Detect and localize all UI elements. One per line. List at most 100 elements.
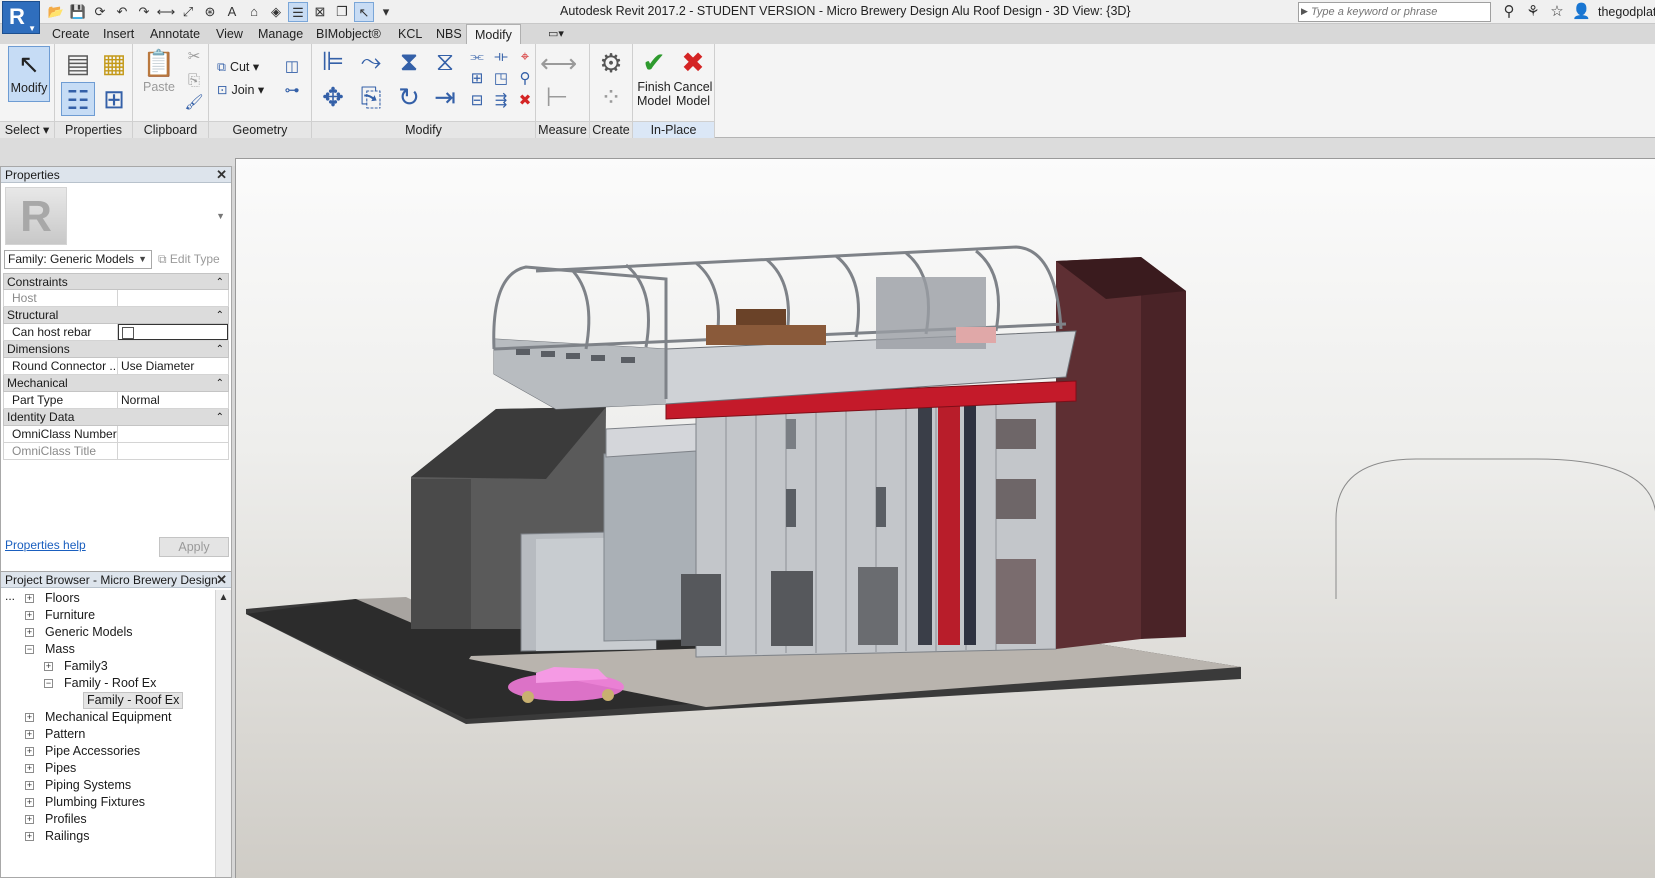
collapse-chevron-icon[interactable]: ⌃ (216, 307, 224, 324)
tree-item[interactable]: + Furniture (1, 607, 215, 624)
customize-qat-icon[interactable]: ▾ (376, 2, 396, 22)
rotate-icon[interactable]: ↻ (392, 80, 426, 114)
tree-item[interactable]: + Railings (1, 828, 215, 845)
align-icon[interactable]: ⊫ (316, 44, 350, 78)
tab-bimobject[interactable]: BIMobject® (308, 24, 389, 44)
dimension-icon[interactable]: ⤢ (178, 2, 198, 22)
panel-label-select[interactable]: Select ▾ (0, 121, 54, 138)
paste-button[interactable]: 📋 Paste (139, 46, 179, 94)
thin-lines-icon[interactable]: ☰ (288, 2, 308, 22)
tab-modify[interactable]: Modify (466, 24, 521, 44)
sync-icon[interactable]: ⟳ (90, 2, 110, 22)
modify-button[interactable]: ↖ Modify (8, 46, 50, 102)
expand-icon[interactable]: + (25, 628, 34, 637)
create-group-icon[interactable]: ⁘ (594, 80, 628, 114)
collapse-icon[interactable]: − (25, 645, 34, 654)
apply-button[interactable]: Apply (159, 537, 229, 557)
expand-icon[interactable]: + (25, 798, 34, 807)
pin-icon[interactable]: ⚲ (514, 68, 536, 90)
tab-create[interactable]: Create (44, 24, 98, 44)
tree-item[interactable]: + Family3 (1, 658, 215, 675)
collapse-chevron-icon[interactable]: ⌃ (216, 409, 224, 426)
tree-item[interactable]: + Pipe Accessories (1, 743, 215, 760)
tree-item[interactable]: Family - Roof Ex (1, 692, 215, 709)
search-input[interactable] (1299, 3, 1490, 21)
default-3d-view-icon[interactable]: ⌂ (244, 2, 264, 22)
type-selector-dropdown-icon[interactable]: ▼ (216, 211, 225, 221)
select-cursor-icon[interactable]: ↖ (354, 2, 374, 22)
finish-model-button[interactable]: ✔ Finish Model (635, 46, 673, 108)
property-category[interactable]: Dimensions ⌃ (3, 341, 229, 358)
username[interactable]: thegodplato (1598, 5, 1655, 19)
scale-icon[interactable]: ◳ (490, 68, 512, 90)
cut-geometry-button[interactable]: ⧉ Cut ▾ (217, 58, 259, 76)
redo-icon[interactable]: ↷ (134, 2, 154, 22)
expand-icon[interactable]: + (25, 611, 34, 620)
browser-scrollbar[interactable]: ▲ (215, 590, 231, 877)
subscription-icon[interactable]: ⚘ (1524, 2, 1542, 22)
binoculars-icon[interactable]: ⚲ (1500, 2, 1518, 22)
wall-joins-icon[interactable]: ◫ (281, 56, 303, 78)
tree-item[interactable]: + Plumbing Fixtures (1, 794, 215, 811)
array-icon[interactable]: ⊞ (466, 68, 488, 90)
expand-icon[interactable]: + (25, 747, 34, 756)
tree-item[interactable]: − Mass (1, 641, 215, 658)
trim-extend-icon[interactable]: ⇥ (428, 80, 462, 114)
section-icon[interactable]: ◈ (266, 2, 286, 22)
cancel-model-button[interactable]: ✖ Cancel Model (673, 46, 713, 108)
close-icon[interactable]: ✕ (216, 167, 227, 183)
tree-item[interactable]: + Generic Models (1, 624, 215, 641)
expand-icon[interactable]: + (25, 713, 34, 722)
favorites-star-icon[interactable]: ☆ (1548, 2, 1566, 22)
properties-help-link[interactable]: Properties help (5, 538, 86, 552)
close-icon[interactable]: ✕ (216, 572, 227, 588)
undo-icon[interactable]: ↶ (112, 2, 132, 22)
expand-icon[interactable]: + (25, 815, 34, 824)
tab-annotate[interactable]: Annotate (142, 24, 208, 44)
offset-icon[interactable]: ⤳ (354, 44, 388, 78)
building-model[interactable] (236, 159, 1655, 878)
collapse-icon[interactable]: − (44, 679, 53, 688)
expand-search-icon[interactable]: ▶ (1301, 6, 1308, 17)
measure-icon[interactable]: ⟷ (156, 2, 176, 22)
split-face-icon[interactable]: ⊶ (281, 80, 303, 102)
collapse-chevron-icon[interactable]: ⌃ (216, 274, 224, 291)
match-properties-icon[interactable]: 🖌 (183, 92, 205, 114)
scroll-up-icon[interactable]: ▲ (216, 590, 231, 606)
trim-multiple-icon[interactable]: ⊟ (466, 90, 488, 112)
property-category[interactable]: Mechanical ⌃ (3, 375, 229, 392)
mirror-axis-icon[interactable]: ⧗ (392, 44, 426, 78)
aligned-dimension-icon[interactable]: ⊢ (540, 80, 574, 114)
split-gap-icon[interactable]: ⟛ (490, 46, 512, 68)
ribbon-display-options-icon[interactable]: ▭▾ (540, 24, 572, 44)
cut-icon[interactable]: ✂ (183, 46, 205, 68)
copy-element-icon[interactable]: ⎘ (354, 80, 388, 114)
tag-icon[interactable]: ⊛ (200, 2, 220, 22)
split-element-icon[interactable]: ⫘ (466, 46, 488, 68)
expand-icon[interactable]: + (25, 764, 34, 773)
expand-icon[interactable]: + (44, 662, 53, 671)
tab-kcl[interactable]: KCL (390, 24, 430, 44)
copy-icon[interactable]: ⎘ (183, 70, 205, 92)
close-hidden-windows-icon[interactable]: ⊠ (310, 2, 330, 22)
move-icon[interactable]: ✥ (316, 80, 350, 114)
open-icon[interactable]: 📂 (46, 2, 66, 22)
family-selector[interactable]: Family: Generic Models ▼ (4, 250, 152, 269)
3d-viewport[interactable] (235, 158, 1655, 878)
checkbox[interactable] (122, 326, 134, 339)
text-icon[interactable]: A (222, 2, 242, 22)
property-category[interactable]: Constraints ⌃ (3, 273, 229, 290)
tab-manage[interactable]: Manage (250, 24, 311, 44)
expand-icon[interactable]: + (25, 730, 34, 739)
save-icon[interactable]: 💾 (68, 2, 88, 22)
expand-icon[interactable]: + (25, 781, 34, 790)
measure-distance-icon[interactable]: ⟷ (540, 46, 577, 80)
tab-insert[interactable]: Insert (95, 24, 142, 44)
expand-icon[interactable]: + (25, 594, 34, 603)
join-geometry-button[interactable]: ⊡ Join ▾ (217, 81, 264, 99)
mirror-draw-axis-icon[interactable]: ⧖ (428, 44, 462, 78)
user-icon[interactable]: 👤 (1572, 2, 1591, 22)
extend-multiple-icon[interactable]: ⇶ (490, 90, 512, 112)
family-category-icon[interactable]: ▦ (97, 46, 131, 80)
property-value[interactable]: Normal (118, 392, 228, 408)
